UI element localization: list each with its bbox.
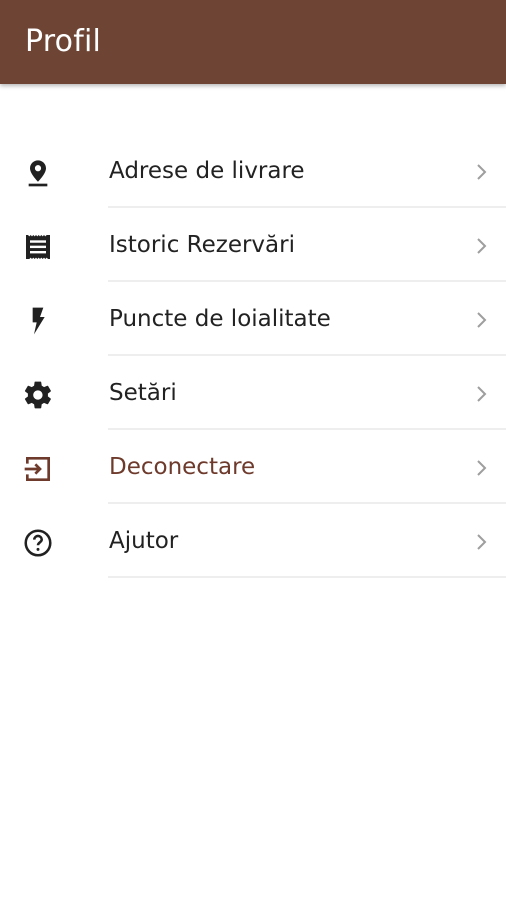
page-title: Profil xyxy=(25,24,102,59)
chevron-right-icon xyxy=(474,382,490,406)
lightning-icon xyxy=(22,305,54,337)
logout-icon xyxy=(22,453,54,485)
menu-item-settings[interactable]: Setări xyxy=(0,356,506,430)
receipt-icon xyxy=(22,231,54,263)
menu-item-label: Adrese de livrare xyxy=(109,158,305,184)
menu-item-booking-history[interactable]: Istoric Rezervări xyxy=(0,208,506,282)
divider xyxy=(108,576,506,578)
help-circle-icon xyxy=(22,527,54,559)
menu-item-label: Setări xyxy=(109,380,177,406)
menu-item-label: Istoric Rezervări xyxy=(109,232,295,258)
location-pin-icon xyxy=(22,157,54,189)
app-bar: Profil xyxy=(0,0,506,84)
profile-menu: Adrese de livrare Istoric Rezervări Punc… xyxy=(0,134,506,578)
menu-item-loyalty-points[interactable]: Puncte de loialitate xyxy=(0,282,506,356)
gear-icon xyxy=(22,379,54,411)
chevron-right-icon xyxy=(474,530,490,554)
menu-item-logout[interactable]: Deconectare xyxy=(0,430,506,504)
menu-item-label: Deconectare xyxy=(109,454,256,480)
chevron-right-icon xyxy=(474,160,490,184)
chevron-right-icon xyxy=(474,234,490,258)
chevron-right-icon xyxy=(474,456,490,480)
menu-item-help[interactable]: Ajutor xyxy=(0,504,506,578)
menu-item-delivery-addresses[interactable]: Adrese de livrare xyxy=(0,134,506,208)
chevron-right-icon xyxy=(474,308,490,332)
menu-item-label: Puncte de loialitate xyxy=(109,306,331,332)
menu-item-label: Ajutor xyxy=(109,528,179,554)
